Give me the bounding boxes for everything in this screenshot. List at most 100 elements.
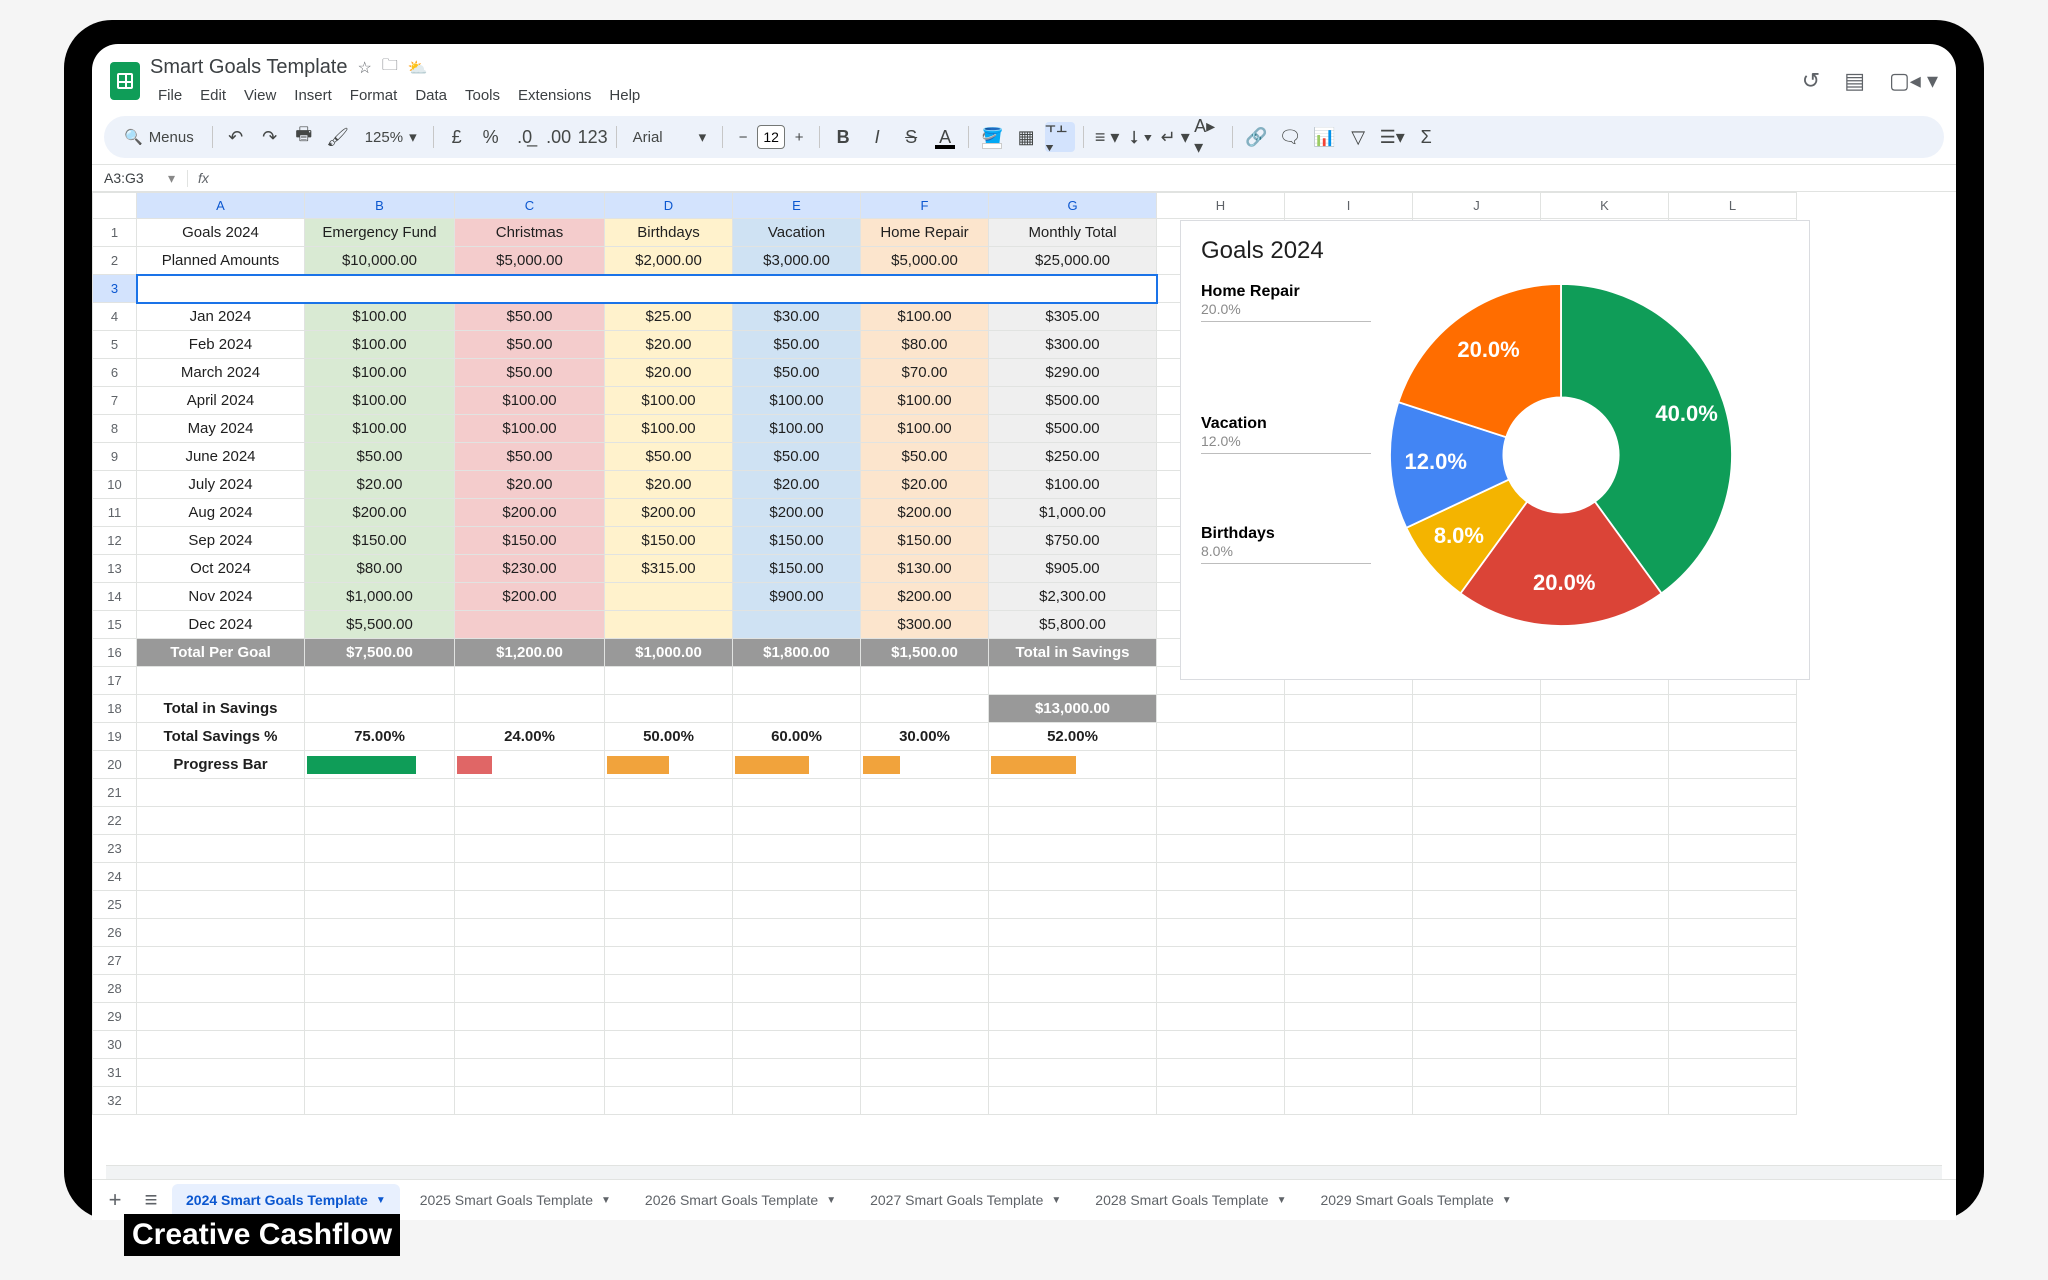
cell[interactable] — [605, 1059, 733, 1087]
cell[interactable] — [1157, 919, 1285, 947]
cell[interactable]: $50.00 — [733, 359, 861, 387]
cell[interactable] — [733, 807, 861, 835]
name-box[interactable]: A3:G3 ▾ — [92, 170, 188, 187]
row-header-18[interactable]: 18 — [93, 695, 137, 723]
cell[interactable] — [1285, 807, 1413, 835]
cell[interactable] — [137, 667, 305, 695]
sheet-tab[interactable]: 2029 Smart Goals Template▼ — [1306, 1184, 1525, 1216]
cell[interactable] — [1541, 975, 1669, 1003]
cell[interactable] — [733, 611, 861, 639]
cell[interactable]: $100.00 — [305, 387, 455, 415]
cell[interactable]: $20.00 — [733, 471, 861, 499]
cell[interactable]: Total Per Goal — [137, 639, 305, 667]
cell[interactable] — [305, 667, 455, 695]
cell[interactable] — [1157, 1059, 1285, 1087]
row-header-17[interactable]: 17 — [93, 667, 137, 695]
cell[interactable]: April 2024 — [137, 387, 305, 415]
select-all-corner[interactable] — [93, 193, 137, 219]
cell[interactable]: Emergency Fund — [305, 219, 455, 247]
cell[interactable]: $1,800.00 — [733, 639, 861, 667]
cell[interactable] — [137, 1087, 305, 1115]
cell[interactable] — [861, 863, 989, 891]
more-formats-button[interactable]: 123 — [578, 122, 608, 152]
all-sheets-button[interactable]: ≡ — [136, 1185, 166, 1215]
cell[interactable]: $13,000.00 — [989, 695, 1157, 723]
progress-cell[interactable] — [605, 751, 733, 779]
cell[interactable] — [305, 779, 455, 807]
cell[interactable] — [1285, 891, 1413, 919]
row-header-26[interactable]: 26 — [93, 919, 137, 947]
menu-extensions[interactable]: Extensions — [510, 83, 599, 108]
cell[interactable] — [455, 695, 605, 723]
sheet-tab-dropdown-icon[interactable]: ▼ — [826, 1195, 836, 1206]
cell[interactable]: $500.00 — [989, 415, 1157, 443]
row-header-14[interactable]: 14 — [93, 583, 137, 611]
cell[interactable] — [1541, 863, 1669, 891]
text-rotation-button[interactable]: A▸ ▾ — [1194, 122, 1224, 152]
cell[interactable]: $2,000.00 — [605, 247, 733, 275]
cell[interactable]: $5,500.00 — [305, 611, 455, 639]
cell[interactable]: $1,200.00 — [455, 639, 605, 667]
cell[interactable] — [605, 611, 733, 639]
cell[interactable] — [861, 1031, 989, 1059]
cell[interactable] — [1541, 779, 1669, 807]
menu-file[interactable]: File — [150, 83, 190, 108]
cell[interactable]: $100.00 — [305, 303, 455, 331]
cell[interactable]: $100.00 — [305, 331, 455, 359]
cell[interactable] — [1669, 1059, 1797, 1087]
cell[interactable] — [1413, 1003, 1541, 1031]
menu-data[interactable]: Data — [407, 83, 455, 108]
cell[interactable] — [137, 863, 305, 891]
row-header-13[interactable]: 13 — [93, 555, 137, 583]
cell[interactable] — [1413, 975, 1541, 1003]
cell[interactable]: Planned Amounts — [137, 247, 305, 275]
cell[interactable]: $100.00 — [861, 415, 989, 443]
cell[interactable]: $80.00 — [861, 331, 989, 359]
cell[interactable] — [1157, 975, 1285, 1003]
cell[interactable] — [733, 947, 861, 975]
paint-format-button[interactable]: 🖌 — [323, 122, 353, 152]
sheet-tab[interactable]: 2025 Smart Goals Template▼ — [406, 1184, 625, 1216]
move-icon[interactable]: 🗀 — [382, 54, 398, 81]
cell[interactable] — [1285, 1059, 1413, 1087]
progress-cell[interactable] — [861, 751, 989, 779]
cell[interactable]: $150.00 — [305, 527, 455, 555]
cell[interactable]: Monthly Total — [989, 219, 1157, 247]
selected-range[interactable] — [137, 275, 1157, 303]
horizontal-scrollbar[interactable] — [106, 1165, 1942, 1179]
cell[interactable] — [455, 1031, 605, 1059]
cell[interactable] — [305, 835, 455, 863]
cell[interactable] — [733, 1003, 861, 1031]
cell[interactable] — [861, 779, 989, 807]
insert-link-button[interactable]: 🔗 — [1241, 122, 1271, 152]
cell[interactable] — [1541, 947, 1669, 975]
italic-button[interactable]: I — [862, 122, 892, 152]
cell[interactable]: Oct 2024 — [137, 555, 305, 583]
cell[interactable] — [1157, 1003, 1285, 1031]
cell[interactable]: $905.00 — [989, 555, 1157, 583]
cell[interactable] — [1413, 723, 1541, 751]
cell[interactable] — [1541, 835, 1669, 863]
cell[interactable]: Christmas — [455, 219, 605, 247]
insert-comment-button[interactable]: 🗨 — [1275, 122, 1305, 152]
increase-decimal-button[interactable]: .00 — [544, 122, 574, 152]
cell[interactable]: $5,000.00 — [455, 247, 605, 275]
star-icon[interactable]: ☆ — [358, 58, 372, 78]
col-header-g[interactable]: G — [989, 193, 1157, 219]
search-menus-button[interactable]: 🔍 Menus — [114, 124, 204, 150]
cell[interactable] — [455, 863, 605, 891]
cell[interactable] — [989, 807, 1157, 835]
cell[interactable] — [861, 975, 989, 1003]
cell[interactable]: 75.00% — [305, 723, 455, 751]
chart-card[interactable]: Goals 2024 Home Repair20.0%Vacation12.0%… — [1180, 220, 1810, 680]
cell[interactable] — [137, 807, 305, 835]
cell[interactable] — [1157, 1031, 1285, 1059]
sheet-tab-dropdown-icon[interactable]: ▼ — [376, 1195, 386, 1206]
cell[interactable] — [733, 919, 861, 947]
cell[interactable] — [733, 1031, 861, 1059]
cell[interactable] — [989, 1087, 1157, 1115]
cell[interactable]: $500.00 — [989, 387, 1157, 415]
cell[interactable] — [1285, 947, 1413, 975]
cell[interactable]: Progress Bar — [137, 751, 305, 779]
row-header-22[interactable]: 22 — [93, 807, 137, 835]
